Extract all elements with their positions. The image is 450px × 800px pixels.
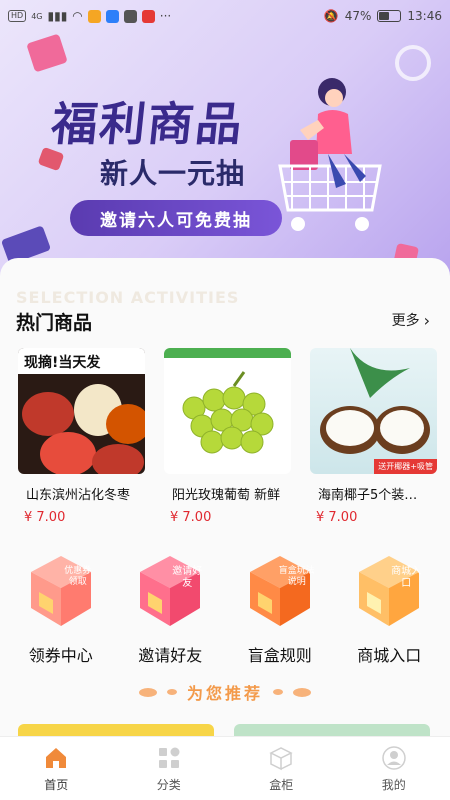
leaf-decor-icon (138, 687, 157, 697)
banner-title: 福利商品 (48, 97, 247, 151)
jujube-illustration (22, 384, 145, 474)
leaf-decor-icon (293, 687, 311, 697)
shopping-cart-girl-illustration (278, 78, 382, 231)
tab-label: 分类 (156, 777, 181, 792)
grapes-illustration (182, 371, 274, 454)
invite-cube-icon: 邀请好友 (126, 546, 214, 634)
more-link[interactable]: 更多 › (392, 310, 430, 330)
hot-products-list: 现摘!当天发 山东滨州沾化冬枣 ¥ 7.00 天猫超市 阳光玫瑰葡萄 新鲜 ¥ … (18, 348, 438, 525)
quick-entry-label: 盲盒规则 (247, 646, 312, 665)
coconut-illustration (320, 348, 430, 454)
cube-text: 商城入口 (391, 566, 422, 589)
battery-icon (377, 10, 402, 22)
category-icon (158, 747, 180, 768)
hot-products-title: 热门商品 (16, 312, 93, 334)
leaf-decor-icon (273, 689, 283, 695)
bottom-tab-bar: 首页 分类 盒柜 我的 (0, 736, 450, 800)
wifi-icon: ◠ (72, 9, 83, 23)
quick-entry-label: 商城入口 (357, 646, 422, 665)
notification-app-icon (123, 9, 137, 23)
product-image-caption: 送开椰器+吸管 (374, 459, 437, 474)
product-image-coconut: 送开椰器+吸管 (310, 348, 437, 474)
tab-category[interactable]: 分类 (113, 737, 226, 800)
cube-text: 优惠券领取 (64, 566, 92, 587)
quick-entry-grid: 优惠券领取 领券中心 邀请好友 邀请好友 盲盒玩法说明 盲盒规则 商城入口 商城… (0, 546, 450, 666)
product-card[interactable]: 现摘!当天发 山东滨州沾化冬枣 ¥ 7.00 (18, 348, 145, 525)
main-content: SELECTION ACTIVITIES 热门商品 更多 › 现摘!当天发 山东… (0, 258, 450, 744)
decor-circle-icon (395, 45, 431, 81)
mall-entry[interactable]: 商城入口 商城入口 (339, 546, 439, 666)
more-label: 更多 (391, 313, 420, 329)
tab-label: 我的 (381, 777, 406, 792)
product-name: 阳光玫瑰葡萄 新鲜 (172, 488, 281, 503)
decor-gift-icon (26, 33, 68, 73)
signal-icon: ▮▮▮ (47, 9, 68, 23)
quick-entry-label: 邀请好友 (138, 646, 203, 665)
status-bar: HD 4G ▮▮▮ ◠ ··· 🔕 47% 13:46 (0, 0, 450, 32)
rules-cube-icon: 盲盒玩法说明 (236, 546, 324, 634)
notification-app-icon (141, 9, 155, 23)
recommend-title: 为您推荐 (186, 684, 263, 703)
notification-app-icon (105, 9, 119, 23)
banner-subtitle: 新人一元抽 (100, 157, 246, 190)
mall-cube-icon: 商城入口 (345, 546, 433, 634)
product-card[interactable]: 天猫超市 阳光玫瑰葡萄 新鲜 ¥ 7.00 (164, 348, 291, 525)
section-ghost-text: SELECTION ACTIVITIES (16, 288, 240, 307)
cube-text: 盲盒玩法说明 (278, 566, 315, 587)
tab-label: 盒柜 (269, 777, 294, 792)
leaf-decor-icon (166, 689, 177, 695)
promo-banner[interactable]: 福利商品 新人一元抽 邀请六人可免费抽 (0, 0, 450, 285)
coupon-center-entry[interactable]: 优惠券领取 领券中心 (11, 546, 111, 666)
recommend-header: 为您推荐 (0, 680, 450, 704)
product-name: 海南椰子5个装新鲜 (318, 488, 431, 503)
battery-percent: 47% (344, 9, 372, 23)
mute-icon: 🔕 (323, 9, 339, 23)
hd-indicator: HD (8, 10, 27, 22)
product-price: ¥ 7.00 (170, 510, 212, 525)
tab-box-cabinet[interactable]: 盒柜 (225, 737, 338, 800)
product-price: ¥ 7.00 (24, 510, 66, 525)
product-image-jujube: 现摘!当天发 (18, 348, 145, 474)
product-card[interactable]: 送开椰器+吸管 海南椰子5个装新鲜 ¥ 7.00 (310, 348, 437, 525)
quick-entry-label: 领券中心 (28, 646, 93, 665)
invite-friends-entry[interactable]: 邀请好友 邀请好友 (120, 546, 220, 666)
blind-box-rules-entry[interactable]: 盲盒玩法说明 盲盒规则 (230, 546, 330, 666)
home-icon (46, 747, 67, 768)
tab-home[interactable]: 首页 (0, 737, 113, 800)
more-notifications-icon: ··· (159, 9, 172, 23)
profile-icon (382, 745, 406, 770)
clock: 13:46 (407, 9, 442, 23)
product-price: ¥ 7.00 (316, 510, 358, 525)
box-icon (269, 746, 293, 770)
cube-text: 邀请好友 (172, 566, 203, 589)
tab-label: 首页 (44, 777, 69, 792)
network-type: 4G (31, 11, 43, 21)
coupon-cube-icon: 优惠券领取 (17, 546, 105, 634)
chevron-right-icon: › (423, 310, 430, 330)
product-image-caption: 现摘!当天发 (18, 348, 145, 374)
notification-app-icon (87, 9, 101, 23)
product-image-grapes: 天猫超市 (164, 348, 291, 474)
product-name: 山东滨州沾化冬枣 (26, 488, 131, 503)
tab-profile[interactable]: 我的 (338, 737, 450, 800)
invite-draw-button[interactable]: 邀请六人可免费抽 (70, 200, 282, 236)
